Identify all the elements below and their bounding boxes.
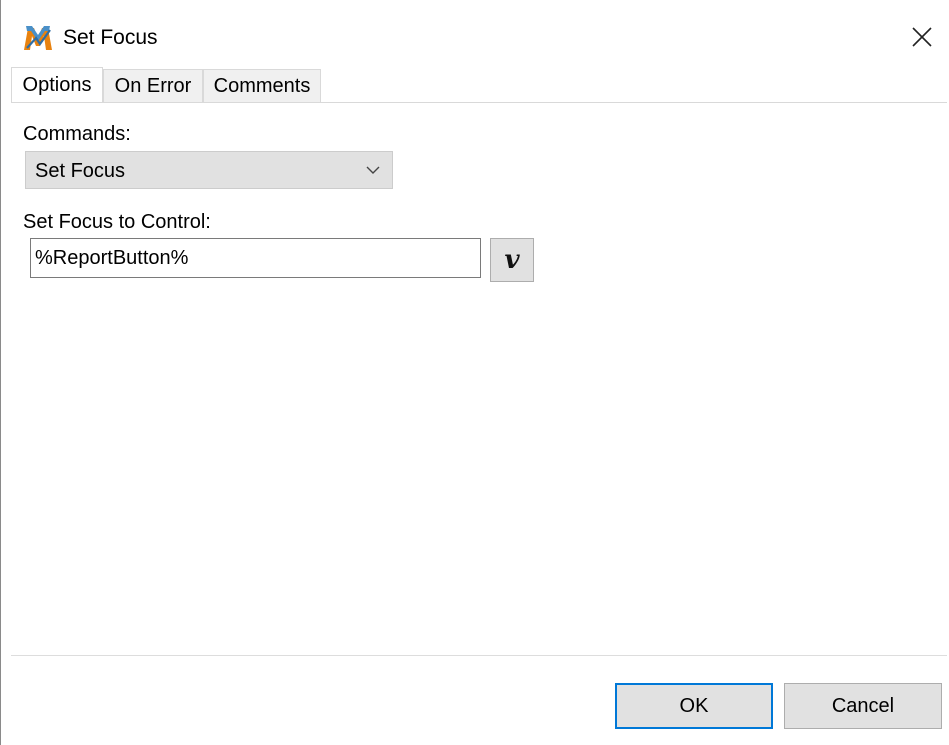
commands-selected-value: Set Focus: [35, 160, 126, 182]
close-icon: [912, 27, 932, 47]
commands-label: Commands:: [23, 123, 131, 145]
target-control-input[interactable]: [30, 238, 481, 278]
close-button[interactable]: [905, 20, 939, 54]
variable-icon: v: [504, 245, 520, 275]
target-control-label: Set Focus to Control:: [23, 211, 211, 233]
macro-app-icon: [24, 26, 52, 50]
title-bar: Set Focus: [1, 0, 949, 66]
window-title: Set Focus: [63, 26, 158, 49]
tab-comments[interactable]: Comments: [203, 69, 321, 102]
chevron-down-icon: [366, 166, 380, 174]
ok-button[interactable]: OK: [615, 683, 773, 729]
set-focus-dialog: Set Focus Options On Error Comments Comm…: [0, 0, 949, 745]
tab-options[interactable]: Options: [11, 67, 103, 102]
insert-variable-button[interactable]: v: [490, 238, 534, 282]
tab-on-error[interactable]: On Error: [103, 69, 203, 102]
tab-strip: Options On Error Comments: [11, 67, 946, 103]
cancel-button[interactable]: Cancel: [784, 683, 942, 729]
commands-dropdown[interactable]: Set Focus: [25, 151, 393, 189]
footer-divider: [11, 655, 947, 656]
